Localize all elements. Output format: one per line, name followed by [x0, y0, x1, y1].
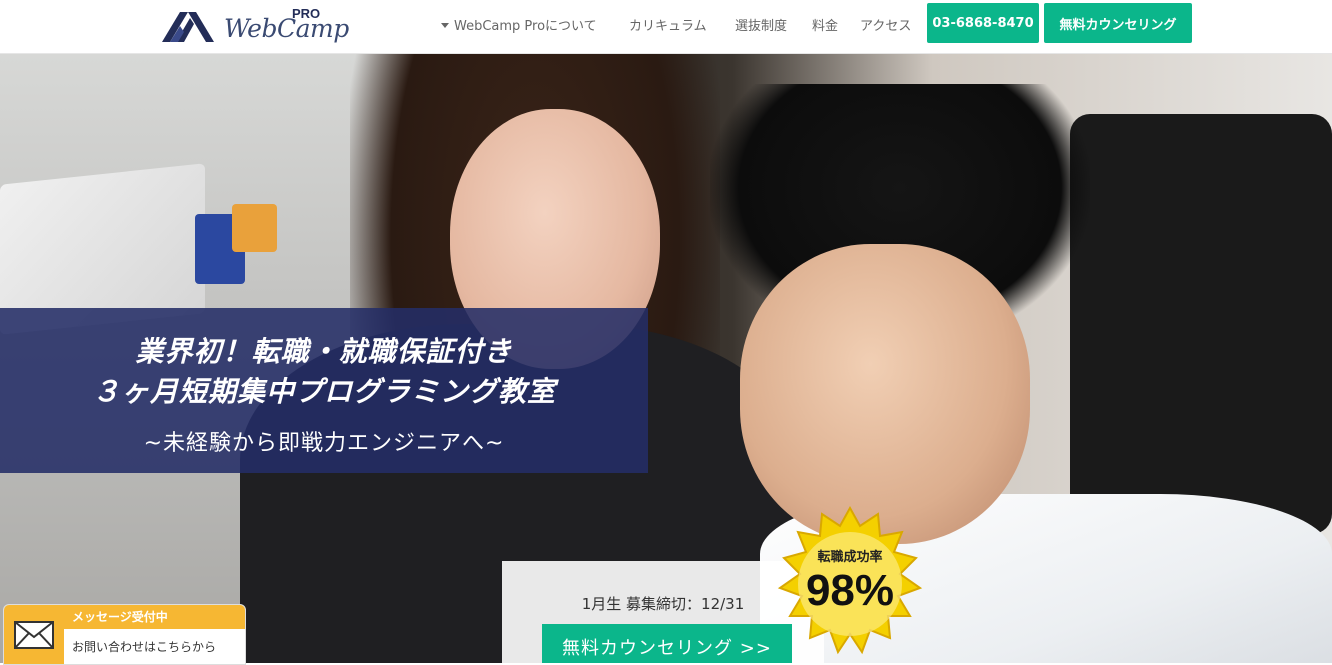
nav-curriculum[interactable]: カリキュラム	[629, 15, 707, 34]
cup-image	[232, 204, 277, 252]
mail-icon	[4, 605, 64, 664]
nav-selection[interactable]: 選抜制度	[735, 15, 787, 34]
chair-image	[1070, 114, 1332, 534]
badge-value: 98%	[805, 566, 895, 615]
nav-about-label: WebCamp Proについて	[454, 19, 597, 34]
hero-section: 業界初！転職・就職保証付き ３ヶ月短期集中プログラミング教室 ~未経験から即戦力…	[0, 54, 1332, 663]
webcamp-logo[interactable]: WebCamp PRO	[162, 6, 349, 46]
headline-line-1: 業界初！転職・就職保証付き	[135, 335, 513, 368]
caret-down-icon	[441, 23, 449, 28]
hero-counseling-button[interactable]: 無料カウンセリング >>	[542, 624, 792, 663]
headline-subline: ~未経験から即戦力エンジニアへ~	[143, 431, 505, 456]
nav-pricing[interactable]: 料金	[812, 15, 838, 34]
site-header: WebCamp PRO WebCamp Proについて カリキュラム 選抜制度 …	[0, 0, 1332, 54]
nav-access[interactable]: アクセス	[860, 15, 911, 34]
man-photo-face	[740, 244, 1030, 544]
badge-title: 転職成功率	[817, 550, 883, 565]
success-rate-badge: 転職成功率 98%	[770, 504, 930, 663]
headline-line-2: ３ヶ月短期集中プログラミング教室	[91, 375, 556, 408]
nav-about[interactable]: WebCamp Proについて	[441, 15, 597, 34]
headline-panel: 業界初！転職・就職保証付き ３ヶ月短期集中プログラミング教室 ~未経験から即戦力…	[0, 308, 648, 473]
phone-button[interactable]: 03-6868-8470	[927, 3, 1039, 43]
counseling-button[interactable]: 無料カウンセリング	[1044, 3, 1192, 43]
logo-pro-label: PRO	[292, 6, 321, 21]
logo-mountain-icon	[162, 12, 214, 42]
chat-status: メッセージ受付中	[64, 605, 245, 629]
logo-text: WebCamp	[224, 14, 349, 43]
chat-widget[interactable]: メッセージ受付中 お問い合わせはこちらから	[3, 604, 246, 665]
chat-subtext[interactable]: お問い合わせはこちらから	[72, 638, 216, 655]
